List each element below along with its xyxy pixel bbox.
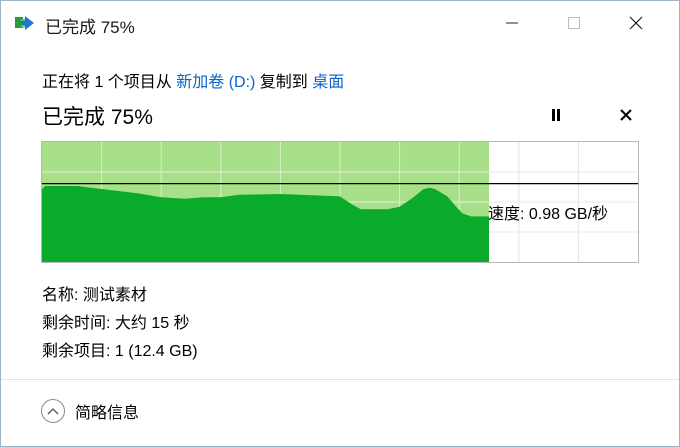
footer-divider bbox=[1, 379, 679, 380]
fewer-details-label: 简略信息 bbox=[75, 405, 140, 422]
status-prefix: 正在将 1 个项目从 bbox=[42, 74, 177, 91]
chevron-up-icon bbox=[47, 408, 59, 415]
copy-status-line: 正在将 1 个项目从 新加卷 (D:) 复制到 桌面 bbox=[42, 68, 344, 92]
close-icon bbox=[629, 16, 643, 30]
file-name: 名称: 测试素材 bbox=[42, 287, 147, 304]
destination-link[interactable]: 桌面 bbox=[312, 74, 344, 91]
minimize-button[interactable] bbox=[489, 1, 535, 45]
speed-history-area bbox=[42, 186, 489, 262]
close-window-button[interactable] bbox=[613, 1, 659, 45]
pause-icon bbox=[552, 109, 560, 121]
fewer-details-button[interactable]: 简略信息 bbox=[41, 399, 139, 423]
close-icon bbox=[620, 109, 632, 121]
cancel-copy-button[interactable] bbox=[613, 103, 639, 127]
source-link[interactable]: 新加卷 (D:) bbox=[176, 74, 255, 91]
minimize-icon bbox=[506, 22, 518, 24]
copy-progress-dialog: 已完成 75% 正在将 1 个项目从 新加卷 (D:) 复制到 桌面 已完成 7… bbox=[0, 0, 680, 447]
copy-arrow-icon bbox=[15, 16, 34, 30]
maximize-button[interactable] bbox=[551, 1, 597, 45]
collapse-circle bbox=[41, 399, 65, 423]
time-remaining: 剩余时间: 大约 15 秒 bbox=[42, 315, 190, 332]
status-middle: 复制到 bbox=[255, 74, 313, 91]
pause-button[interactable] bbox=[543, 103, 569, 127]
progress-heading: 已完成 75% bbox=[42, 106, 153, 129]
window-title: 已完成 75% bbox=[45, 18, 135, 37]
speed-readout: 速度: 0.98 GB/秒 bbox=[488, 206, 609, 223]
maximize-icon bbox=[568, 17, 580, 29]
title-bar: 已完成 75% bbox=[1, 1, 679, 45]
items-remaining: 剩余项目: 1 (12.4 GB) bbox=[42, 343, 198, 360]
